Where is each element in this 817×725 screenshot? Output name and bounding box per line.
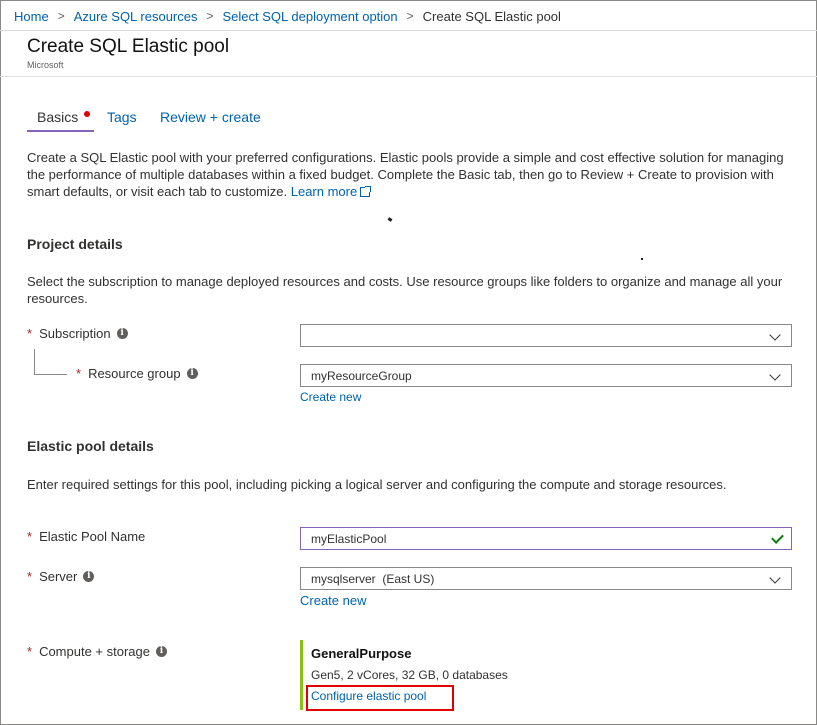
required-marker: * [27, 569, 33, 584]
chevron-down-icon [770, 371, 780, 381]
info-icon[interactable]: i [83, 571, 95, 582]
tree-connector-horizontal [34, 374, 67, 375]
required-marker: * [27, 326, 33, 341]
server-label: * Server i [27, 569, 95, 584]
pool-name-input[interactable]: myElasticPool [300, 527, 792, 550]
compute-summary: Gen5, 2 vCores, 32 GB, 0 databases [311, 668, 508, 682]
compute-accent-bar [300, 640, 303, 710]
breadcrumb-divider [0, 30, 817, 31]
pixel-artifact [641, 258, 643, 260]
intro-description: Create a SQL Elastic pool with your pref… [27, 149, 797, 200]
configure-elastic-pool-link[interactable]: Configure elastic pool [311, 689, 426, 703]
project-details-description: Select the subscription to manage deploy… [27, 274, 783, 306]
external-link-icon[interactable] [360, 186, 372, 197]
server-value: mysqlserver (East US) [311, 571, 435, 586]
pool-name-label-text: Elastic Pool Name [39, 529, 146, 544]
compute-storage-label-text: Compute + storage [39, 644, 150, 659]
subscription-label: * Subscription i [27, 326, 128, 341]
breadcrumb: Home > Azure SQL resources > Select SQL … [14, 7, 561, 25]
info-icon[interactable]: i [116, 328, 128, 339]
breadcrumb-home[interactable]: Home [14, 9, 49, 24]
tab-review-create[interactable]: Review + create [160, 109, 261, 125]
compute-storage-label: * Compute + storage i [27, 644, 167, 659]
breadcrumb-current: Create SQL Elastic pool [422, 8, 561, 24]
subscription-label-text: Subscription [39, 326, 111, 341]
tree-connector-vertical [34, 349, 35, 374]
required-marker: * [27, 644, 33, 659]
active-tab-indicator [27, 130, 94, 132]
elastic-pool-details-description: Enter required settings for this pool, i… [27, 477, 727, 492]
tab-tags[interactable]: Tags [107, 109, 137, 125]
pool-name-label: * Elastic Pool Name [27, 529, 145, 544]
info-icon[interactable]: i [186, 368, 198, 379]
compute-tier: GeneralPurpose [311, 646, 412, 661]
resource-group-label: * Resource group i [76, 366, 198, 381]
create-new-resource-group-link[interactable]: Create new [300, 390, 361, 404]
learn-more-link[interactable]: Learn more [291, 184, 357, 199]
resource-group-label-text: Resource group [88, 366, 181, 381]
header-divider [0, 76, 817, 77]
chevron-down-icon [770, 574, 780, 584]
breadcrumb-separator: > [406, 9, 414, 23]
breadcrumb-azure-sql-resources[interactable]: Azure SQL resources [74, 9, 198, 24]
publisher-label: Microsoft [27, 60, 64, 70]
required-marker: * [76, 366, 82, 381]
breadcrumb-select-deployment[interactable]: Select SQL deployment option [223, 9, 398, 24]
chevron-down-icon [770, 331, 780, 341]
subscription-dropdown[interactable] [300, 324, 792, 347]
required-marker: * [27, 529, 33, 544]
tab-error-dot [84, 111, 90, 117]
breadcrumb-separator: > [57, 9, 65, 23]
info-icon[interactable]: i [156, 646, 167, 657]
server-label-text: Server [39, 569, 78, 584]
tab-basics[interactable]: Basics [37, 109, 78, 125]
elastic-pool-details-heading: Elastic pool details [27, 438, 154, 454]
project-details-heading: Project details [27, 236, 123, 252]
page-title: Create SQL Elastic pool [27, 36, 230, 57]
resource-group-dropdown[interactable]: myResourceGroup [300, 364, 792, 387]
breadcrumb-separator: > [206, 9, 214, 23]
server-dropdown[interactable]: mysqlserver (East US) [300, 567, 792, 590]
resource-group-value: myResourceGroup [311, 368, 412, 383]
checkmark-icon [771, 533, 783, 545]
intro-text: Create a SQL Elastic pool with your pref… [27, 150, 784, 199]
create-new-server-link[interactable]: Create new [300, 593, 366, 608]
pool-name-value: myElasticPool [311, 531, 387, 546]
